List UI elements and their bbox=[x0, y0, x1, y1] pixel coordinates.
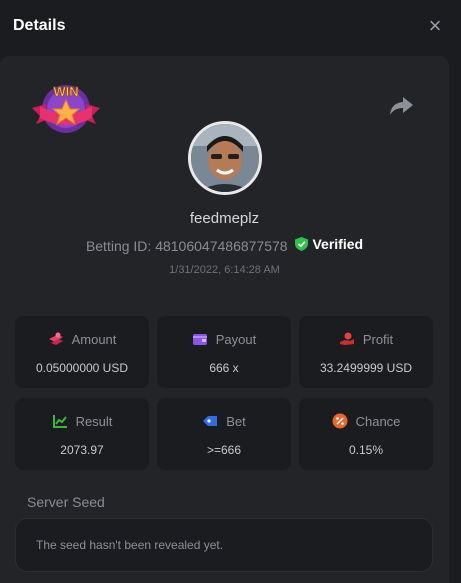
stat-profit-label: Profit bbox=[362, 331, 394, 347]
stat-bet-label: Bet bbox=[226, 413, 246, 429]
percent-icon bbox=[332, 413, 348, 429]
server-seed-value: The seed hasn't been revealed yet. bbox=[36, 538, 224, 552]
stat-result-label: Result bbox=[75, 413, 113, 429]
stat-payout-label: Payout bbox=[215, 331, 257, 347]
stat-amount-label: Amount bbox=[71, 331, 117, 347]
stat-payout: Payout 666 x bbox=[157, 316, 291, 388]
coins-icon bbox=[48, 332, 63, 345]
tag-icon bbox=[203, 416, 218, 426]
stat-bet: Bet >=666 bbox=[157, 398, 291, 470]
share-icon[interactable] bbox=[388, 95, 414, 117]
server-seed-label: Server Seed bbox=[27, 494, 105, 510]
stat-profit: Profit 33.2499999 USD bbox=[299, 316, 433, 388]
stat-profit-value: 33.2499999 USD bbox=[319, 361, 413, 375]
stat-amount-value: 0.05000000 USD bbox=[35, 361, 129, 375]
details-modal: Details × WIN feedmeplz Betting ID: 4810… bbox=[0, 0, 461, 583]
stat-amount: Amount 0.05000000 USD bbox=[15, 316, 149, 388]
server-seed-field[interactable]: The seed hasn't been revealed yet. bbox=[15, 518, 433, 572]
modal-title: Details bbox=[13, 17, 66, 34]
username: feedmeplz bbox=[189, 210, 260, 227]
chart-icon bbox=[52, 415, 67, 428]
avatar-image bbox=[191, 124, 259, 192]
avatar bbox=[188, 121, 262, 195]
verified-badge: Verified bbox=[295, 236, 363, 252]
modal-header: Details × bbox=[0, 0, 461, 52]
win-badge-icon: WIN bbox=[32, 84, 100, 133]
betting-id-label: Betting ID: bbox=[85, 238, 152, 254]
stat-payout-value: 666 x bbox=[209, 361, 239, 375]
stat-chance: Chance 0.15% bbox=[299, 398, 433, 470]
win-badge-text: WIN bbox=[53, 84, 78, 99]
wallet-icon bbox=[192, 334, 207, 345]
stat-chance-value: 0.15% bbox=[348, 443, 384, 457]
stat-bet-value: >=666 bbox=[206, 443, 242, 457]
verified-label: Verified bbox=[312, 236, 364, 252]
close-icon[interactable]: × bbox=[423, 13, 447, 39]
hand-coin-icon bbox=[339, 332, 354, 345]
stat-result: Result 2073.97 bbox=[15, 398, 149, 470]
bet-date: 1/31/2022, 6:14:28 AM bbox=[169, 264, 280, 276]
betting-id-line: Betting ID: 481060474868775​78 Verified bbox=[0, 236, 449, 254]
betting-id-value: 481060474868775​78 bbox=[155, 238, 288, 254]
stat-result-value: 2073.97 bbox=[60, 443, 104, 457]
stat-chance-label: Chance bbox=[355, 413, 401, 429]
shield-check-icon bbox=[295, 237, 309, 251]
